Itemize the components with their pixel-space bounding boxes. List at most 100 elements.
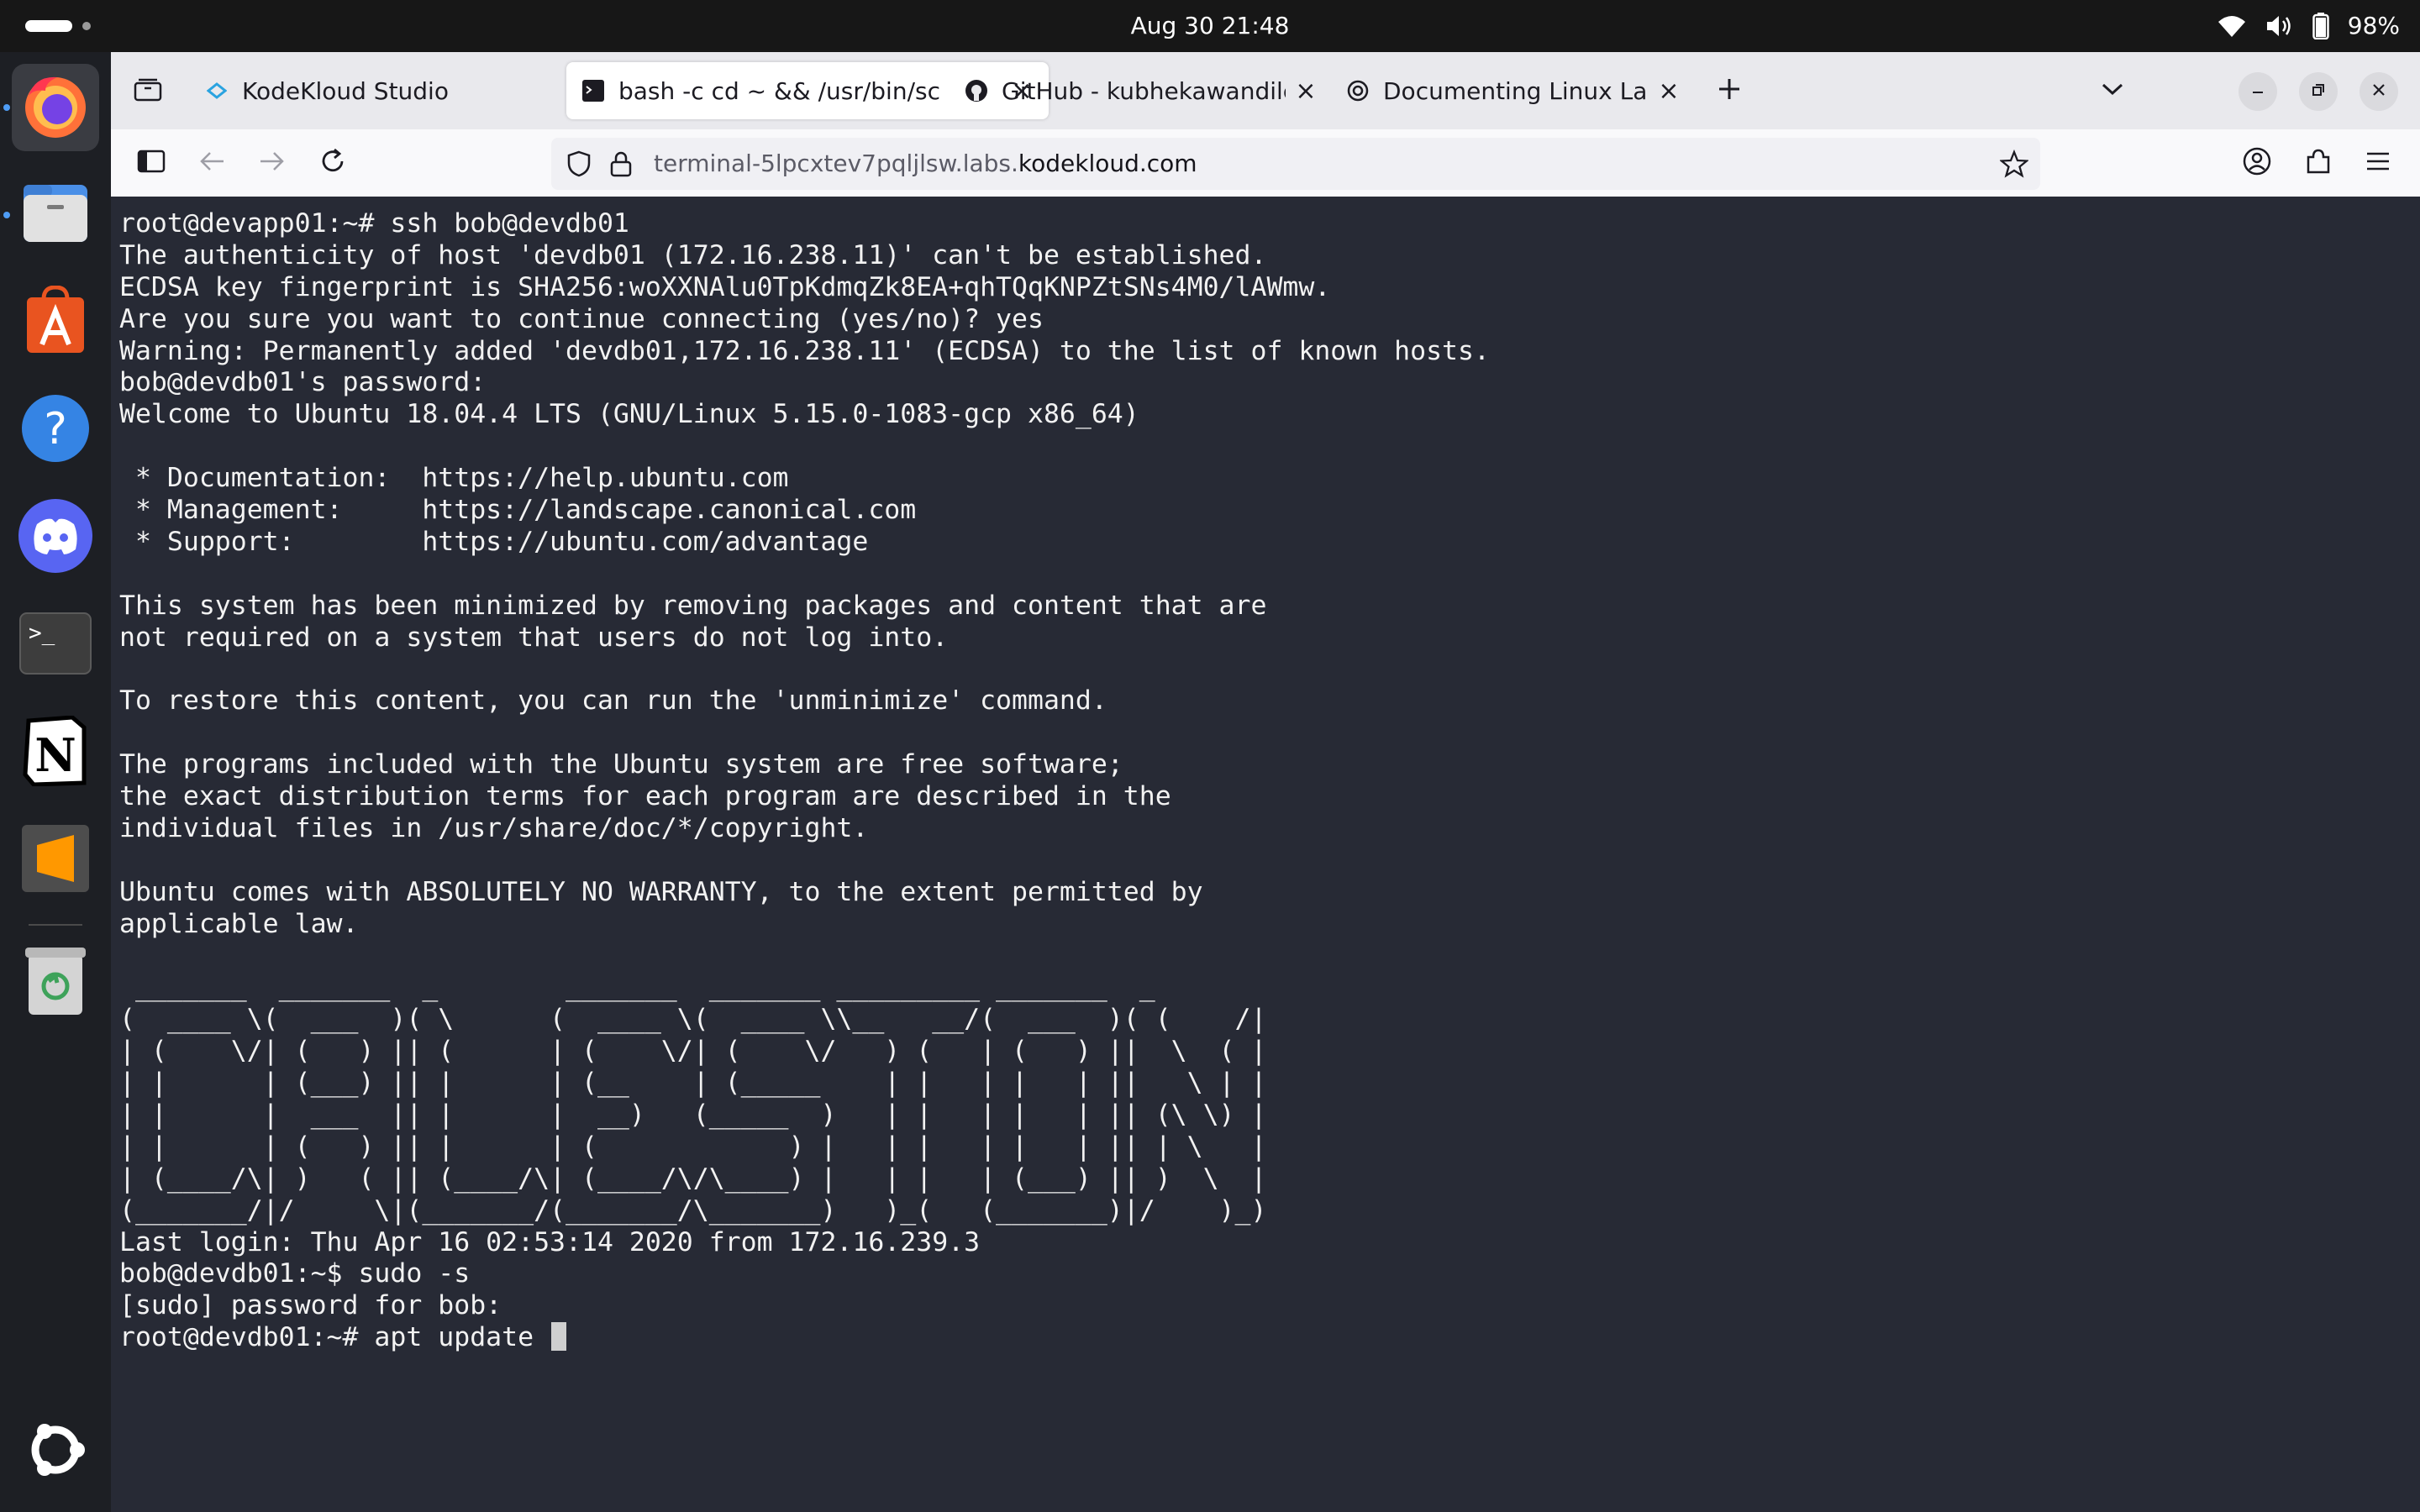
- terminal-cursor: [551, 1322, 567, 1352]
- reload-icon: [319, 148, 346, 178]
- plus-icon: [1717, 71, 1742, 110]
- firefox-icon: [20, 71, 91, 144]
- tab-title: bash -c cd ~ && /usr/bin/sc: [618, 76, 940, 105]
- dock-discord[interactable]: [12, 494, 99, 581]
- dock-firefox[interactable]: [12, 64, 99, 151]
- terminal-line: root@devapp01:~# ssh bob@devdb01: [119, 208, 629, 239]
- terminal-line: Welcome to Ubuntu 18.04.4 LTS (GNU/Linux…: [119, 399, 1139, 430]
- terminal-line: not required on a system that users do n…: [119, 622, 949, 653]
- terminal-line: bob@devdb01:~$ sudo -s: [119, 1258, 471, 1289]
- workspace-dot[interactable]: [82, 22, 91, 30]
- files-icon: [20, 181, 91, 249]
- url-prefix: terminal-5lpcxtev7pqljlsw.labs.: [654, 150, 1018, 177]
- terminal-line: Last login: Thu Apr 16 02:53:14 2020 fro…: [119, 1226, 981, 1257]
- terminal-line: | (____/\| ) ( || (____/\| (____/\/\____…: [119, 1163, 1267, 1194]
- extensions-button[interactable]: [2297, 143, 2338, 183]
- sidebar-icon: [137, 150, 166, 176]
- dock-files[interactable]: [12, 171, 99, 259]
- ubuntu-dock: ? >_ N: [0, 52, 111, 1512]
- system-tray[interactable]: 98%: [2217, 10, 2400, 42]
- firefox-view-button[interactable]: [128, 71, 168, 111]
- sublime-icon: [20, 823, 91, 897]
- help-icon: ?: [20, 393, 91, 467]
- tab-bar: KodeKloud Studio × bash -c cd ~ && /usr/…: [111, 52, 2420, 129]
- close-icon: [2371, 82, 2386, 101]
- account-icon: [2242, 146, 2272, 180]
- clock[interactable]: Aug 30 21:48: [1092, 10, 1328, 42]
- tab-title: GitHub - kubhekawandile/: [1002, 76, 1286, 105]
- list-all-tabs-button[interactable]: [2092, 71, 2133, 111]
- terminal-output[interactable]: root@devapp01:~# ssh bob@devdb01 The auth…: [111, 197, 2420, 1512]
- terminal-line: The programs included with the Ubuntu sy…: [119, 749, 1123, 780]
- bookmark-star-icon[interactable]: [1998, 149, 2030, 181]
- tracking-protection-shield-icon[interactable]: [566, 150, 592, 181]
- battery-icon: [2312, 13, 2329, 39]
- arrow-left-icon: [198, 150, 225, 176]
- hamburger-menu-icon: [2365, 150, 2391, 176]
- terminal-line: individual files in /usr/share/doc/*/cop…: [119, 812, 869, 843]
- terminal-line: applicable law.: [119, 908, 359, 939]
- dock-sublime-text[interactable]: [12, 816, 99, 904]
- back-button[interactable]: [192, 143, 232, 183]
- dock-trash[interactable]: [12, 937, 99, 1025]
- dock-separator: [29, 924, 82, 926]
- lock-icon[interactable]: [610, 150, 632, 181]
- svg-text:>_: >_: [29, 621, 55, 646]
- tab-close-icon[interactable]: ×: [1294, 76, 1318, 106]
- navigation-toolbar: terminal-5lpcxtev7pqljlsw.labs.kodekloud…: [111, 129, 2420, 197]
- arrow-right-icon: [259, 150, 286, 176]
- new-tab-button[interactable]: [1706, 67, 1753, 114]
- terminal-line: | ( \/| ( ) || ( | ( \/| ( \/ ) ( | ( ) …: [119, 1036, 1267, 1067]
- activities-indicator[interactable]: [25, 20, 72, 32]
- minimize-button[interactable]: [2238, 72, 2277, 111]
- sidebar-toggle-button[interactable]: [131, 143, 171, 183]
- url-domain: kodekloud.com: [1018, 150, 1197, 177]
- terminal-line: root@devdb01:~# apt update: [119, 1322, 1490, 1354]
- terminal-line: _______ _______ _ _______ _______ ______…: [119, 972, 1155, 1003]
- tab-close-icon[interactable]: ×: [1657, 76, 1681, 106]
- terminal-line: ( ____ \( ___ )( \ ( ____ \( ____ \\__ _…: [119, 1004, 1267, 1035]
- terminal-line: [sudo] password for bob:: [119, 1290, 502, 1321]
- terminal-line: ECDSA key fingerprint is SHA256:woXXNAlu…: [119, 271, 1331, 302]
- chatgpt-icon: [1346, 79, 1370, 102]
- restore-icon: [2311, 82, 2326, 101]
- kodekloud-icon: [205, 79, 229, 102]
- url-text[interactable]: terminal-5lpcxtev7pqljlsw.labs.kodekloud…: [654, 138, 1197, 190]
- app-center-icon: [24, 285, 87, 360]
- firefox-running-dot: [3, 104, 10, 111]
- tab-documenting-linux-labs[interactable]: Documenting Linux Labs ×: [1331, 62, 1696, 119]
- app-menu-button[interactable]: [2358, 143, 2398, 183]
- terminal-line: Ubuntu comes with ABSOLUTELY NO WARRANTY…: [119, 876, 1203, 907]
- terminal-line: | | | (___) || | | (__ | (_____ | | | | …: [119, 1068, 1267, 1099]
- terminal-line: | | | ___ || | | __) (_____ ) | | | | | …: [119, 1099, 1267, 1130]
- notion-icon: N: [22, 715, 89, 790]
- account-button[interactable]: [2237, 143, 2277, 183]
- terminal-line: * Documentation: https://help.ubuntu.com: [119, 463, 789, 494]
- reload-button[interactable]: [313, 143, 353, 183]
- forward-button[interactable]: [252, 143, 292, 183]
- close-window-button[interactable]: [2360, 72, 2398, 111]
- ubuntu-icon: [24, 1418, 87, 1485]
- battery-percentage: 98%: [2347, 12, 2400, 39]
- dock-terminal[interactable]: >_: [12, 601, 99, 689]
- chevron-down-icon: [2101, 81, 2124, 100]
- terminal-line: * Support: https://ubuntu.com/advantage: [119, 526, 869, 557]
- terminal-line: (_______/|/ \|(_______/(_______/\_______…: [119, 1194, 1267, 1226]
- svg-text:N: N: [34, 728, 76, 782]
- tab-github[interactable]: GitHub - kubhekawandile/ ×: [950, 62, 1333, 119]
- address-bar[interactable]: terminal-5lpcxtev7pqljlsw.labs.kodekloud…: [551, 138, 2040, 190]
- discord-icon: [18, 499, 92, 576]
- wifi-icon: [2217, 13, 2247, 39]
- dock-show-apps[interactable]: [12, 1408, 99, 1495]
- puzzle-icon: [2303, 147, 2332, 179]
- dock-notion[interactable]: N: [12, 709, 99, 796]
- dock-help[interactable]: ?: [12, 386, 99, 474]
- terminal-text: root@devapp01:~# ssh bob@devdb01 The auth…: [119, 208, 1490, 1354]
- restore-button[interactable]: [2299, 72, 2338, 111]
- terminal-line: | | | ( ) || | | ( ) | | | | | | || | \ …: [119, 1131, 1267, 1162]
- dock-app-center[interactable]: [12, 279, 99, 366]
